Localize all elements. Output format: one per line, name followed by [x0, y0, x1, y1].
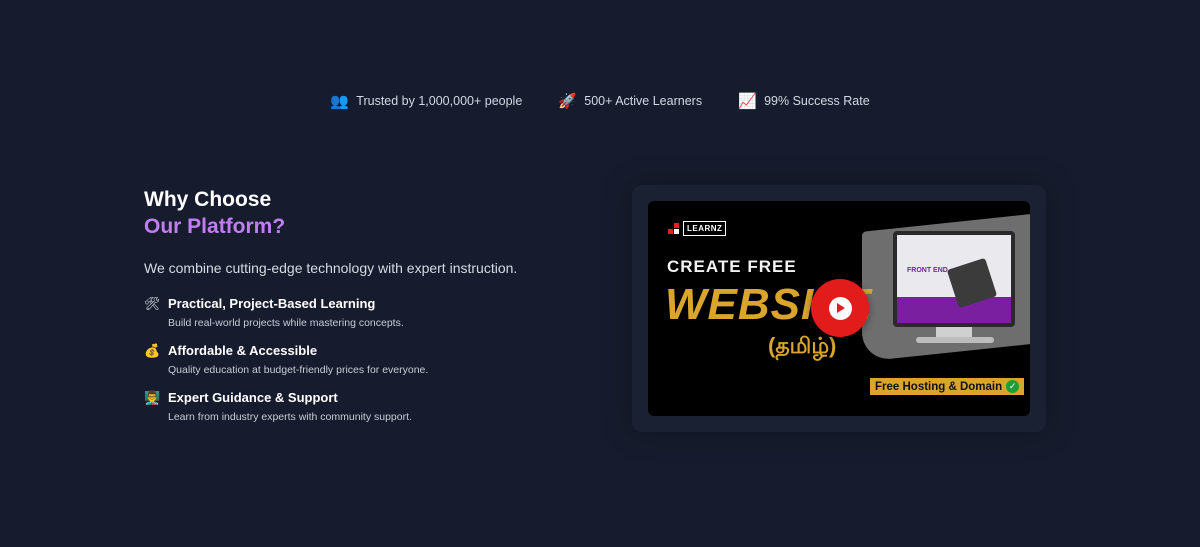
people-icon: 👥 — [330, 92, 349, 110]
feature-title: Expert Guidance & Support — [168, 390, 338, 405]
check-icon: ✓ — [1006, 380, 1020, 393]
monitor-stand — [936, 327, 972, 337]
feature-item: 👨‍🏫 Expert Guidance & Support Learn from… — [144, 390, 564, 424]
play-icon — [828, 296, 852, 320]
feature-description: Learn from industry experts with communi… — [168, 411, 412, 423]
stat-trusted: 👥 Trusted by 1,000,000+ people — [330, 92, 522, 110]
feature-item: 💰 Affordable & Accessible Quality educat… — [144, 343, 564, 377]
monitor-base — [916, 337, 994, 343]
section-title-line2: Our Platform? — [144, 215, 286, 238]
stat-label: 99% Success Rate — [764, 94, 870, 108]
feature-description: Quality education at budget-friendly pri… — [168, 364, 429, 376]
feature-description: Build real-world projects while masterin… — [168, 317, 404, 329]
video-card: FRONT END LEARNZ CREATE FREE WEBSITE (தம… — [632, 185, 1046, 432]
stat-label: 500+ Active Learners — [584, 94, 703, 108]
video-player[interactable]: FRONT END LEARNZ CREATE FREE WEBSITE (தம… — [648, 201, 1030, 416]
learnz-logo: LEARNZ — [668, 221, 727, 236]
money-bag-icon: 💰 — [144, 343, 161, 358]
monitor-text: FRONT END — [907, 267, 948, 274]
stat-learners: 🚀 500+ Active Learners — [558, 92, 702, 110]
rocket-icon: 🚀 — [558, 92, 577, 110]
tools-icon: 🛠 — [144, 296, 161, 311]
feature-title: Practical, Project-Based Learning — [168, 296, 376, 311]
section-title-line1: Why Choose — [144, 188, 272, 211]
feature-item: 🛠 Practical, Project-Based Learning Buil… — [144, 296, 564, 330]
monitor-strip — [897, 297, 1011, 323]
logo-mark-icon — [668, 222, 680, 235]
stat-label: Trusted by 1,000,000+ people — [356, 94, 523, 108]
logo-text: LEARNZ — [683, 221, 727, 236]
teacher-icon: 👨‍🏫 — [144, 390, 161, 405]
section-subtitle: We combine cutting-edge technology with … — [144, 260, 518, 276]
why-choose-section: Why Choose Our Platform? We combine cutt… — [144, 186, 564, 424]
stats-bar: 👥 Trusted by 1,000,000+ people 🚀 500+ Ac… — [0, 92, 1200, 110]
feature-list: 🛠 Practical, Project-Based Learning Buil… — [144, 296, 564, 424]
thumbnail-monitor: FRONT END — [893, 231, 1015, 327]
thumbnail-tamil-text: (தமிழ்) — [768, 333, 837, 358]
chart-up-icon: 📈 — [738, 92, 757, 110]
thumbnail-headline: CREATE FREE — [667, 257, 797, 276]
play-button[interactable] — [811, 279, 869, 337]
feature-title: Affordable & Accessible — [168, 343, 318, 358]
stat-success: 📈 99% Success Rate — [738, 92, 870, 110]
hosting-badge: Free Hosting & Domain ✓ — [870, 378, 1025, 395]
hosting-badge-label: Free Hosting & Domain — [875, 380, 1003, 393]
section-title: Why Choose Our Platform? — [144, 186, 564, 240]
